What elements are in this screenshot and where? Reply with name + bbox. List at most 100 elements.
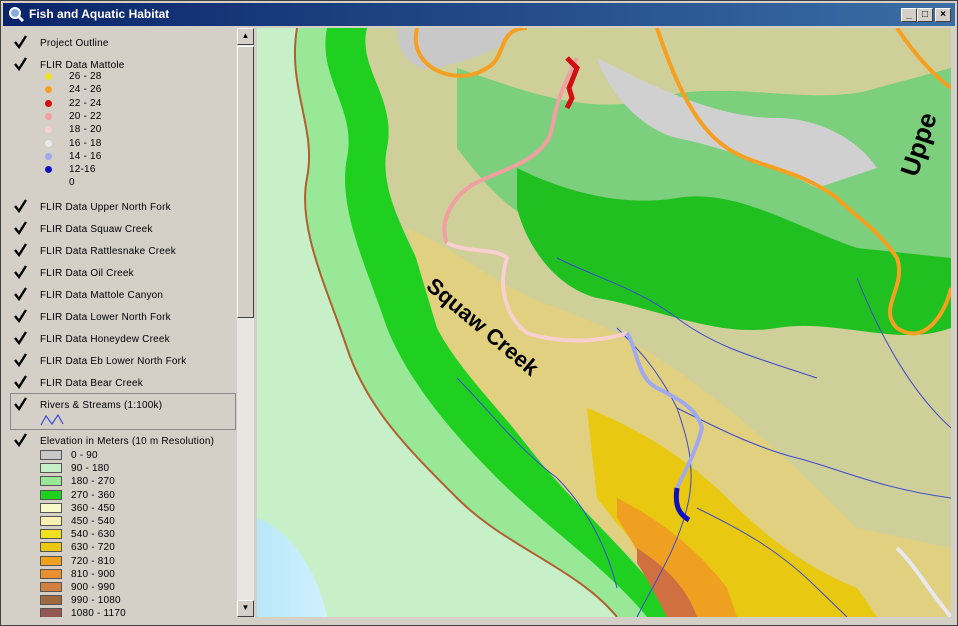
checkmark-icon[interactable] bbox=[13, 397, 27, 411]
magnifier-icon bbox=[9, 7, 25, 23]
class-dot-icon bbox=[45, 112, 52, 120]
layer-flir-data-eb-lower-north-fork[interactable]: FLIR Data Eb Lower North Fork bbox=[9, 352, 237, 372]
class-dot-icon bbox=[45, 73, 52, 80]
map-view[interactable]: Squaw Creek Uppe bbox=[257, 28, 951, 617]
elevation-class: 900 - 990 bbox=[40, 582, 220, 595]
class-swatch bbox=[40, 463, 62, 474]
checkmark-icon[interactable] bbox=[13, 375, 27, 389]
toc-scrollbar[interactable]: ▲ ▼ bbox=[237, 28, 254, 617]
class-dot-icon bbox=[45, 99, 52, 107]
title-bar[interactable]: Fish and Aquatic Habitat _ □ × bbox=[3, 3, 955, 26]
checkmark-icon[interactable] bbox=[13, 353, 27, 367]
scroll-down-button[interactable]: ▼ bbox=[237, 600, 254, 617]
close-button[interactable]: × bbox=[935, 8, 951, 22]
layer-flir-data-upper-north-fork[interactable]: FLIR Data Upper North Fork bbox=[9, 198, 237, 218]
checkmark-icon[interactable] bbox=[13, 309, 27, 323]
layer-label: FLIR Data Oil Creek bbox=[40, 268, 134, 279]
class-swatch bbox=[40, 450, 62, 460]
layer-label: Elevation in Meters (10 m Resolution) bbox=[40, 436, 215, 447]
class-label: 26 - 28 bbox=[69, 71, 102, 82]
class-label: 1080 - 1170 bbox=[71, 608, 126, 617]
layer-label: Rivers & Streams (1:100k) bbox=[40, 400, 163, 411]
class-swatch bbox=[40, 516, 62, 526]
elevation-class: 90 - 180 bbox=[40, 463, 220, 476]
scroll-thumb[interactable] bbox=[237, 46, 254, 318]
layer-project-outline[interactable]: Project Outline bbox=[9, 34, 237, 54]
layer-label: FLIR Data Rattlesnake Creek bbox=[40, 246, 177, 257]
checkmark-icon[interactable] bbox=[13, 199, 27, 213]
class-label: 360 - 450 bbox=[71, 502, 116, 514]
elevation-class: 1080 - 1170 bbox=[40, 608, 220, 617]
class-label: 720 - 810 bbox=[71, 555, 116, 567]
class-swatch bbox=[40, 555, 62, 566]
checkmark-icon[interactable] bbox=[13, 287, 27, 301]
flir-class: 24 - 26 bbox=[45, 84, 225, 97]
class-dot-icon bbox=[45, 166, 52, 174]
app-window: Fish and Aquatic Habitat _ □ × Project O… bbox=[0, 0, 958, 626]
flir-class: 12-16 bbox=[45, 164, 225, 177]
class-label: 540 - 630 bbox=[71, 529, 116, 541]
minimize-button[interactable]: _ bbox=[901, 8, 917, 22]
class-swatch bbox=[40, 595, 62, 606]
layer-rivers-streams-1-100k[interactable]: Rivers & Streams (1:100k) bbox=[9, 396, 237, 416]
checkmark-icon[interactable] bbox=[13, 331, 27, 345]
layer-flir-data-honeydew-creek[interactable]: FLIR Data Honeydew Creek bbox=[9, 330, 237, 350]
class-label: 270 - 360 bbox=[71, 489, 116, 501]
maximize-button[interactable]: □ bbox=[917, 8, 933, 22]
window-title: Fish and Aquatic Habitat bbox=[29, 7, 170, 21]
layer-label: FLIR Data Lower North Fork bbox=[40, 312, 171, 323]
layer-label: FLIR Data Bear Creek bbox=[40, 378, 143, 389]
layer-flir-data-rattlesnake-creek[interactable]: FLIR Data Rattlesnake Creek bbox=[9, 242, 237, 262]
flir-class: 14 - 16 bbox=[45, 151, 225, 164]
layer-flir-data-bear-creek[interactable]: FLIR Data Bear Creek bbox=[9, 374, 237, 394]
layer-label: FLIR Data Squaw Creek bbox=[40, 224, 153, 235]
class-dot-icon bbox=[45, 152, 52, 160]
scroll-up-button[interactable]: ▲ bbox=[237, 28, 254, 45]
layer-flir-data-squaw-creek[interactable]: FLIR Data Squaw Creek bbox=[9, 220, 237, 240]
checkmark-icon[interactable] bbox=[13, 221, 27, 235]
checkmark-icon[interactable] bbox=[13, 57, 27, 71]
class-swatch bbox=[40, 502, 62, 513]
class-swatch bbox=[40, 529, 62, 540]
flir-class: 16 - 18 bbox=[45, 138, 225, 151]
class-label: 90 - 180 bbox=[71, 463, 110, 475]
stream-line-symbol-icon bbox=[40, 414, 64, 426]
layer-flir-data-mattole-canyon[interactable]: FLIR Data Mattole Canyon bbox=[9, 286, 237, 306]
class-label: 0 bbox=[69, 177, 75, 189]
class-label: 630 - 720 bbox=[71, 542, 116, 554]
elevation-class: 720 - 810 bbox=[40, 555, 220, 569]
class-dot-icon bbox=[45, 139, 52, 147]
class-label: 450 - 540 bbox=[71, 516, 116, 527]
class-label: 900 - 990 bbox=[71, 582, 116, 593]
class-label: 24 - 26 bbox=[69, 84, 102, 96]
layer-label: FLIR Data Honeydew Creek bbox=[40, 334, 170, 345]
layer-flir-data-lower-north-fork[interactable]: FLIR Data Lower North Fork bbox=[9, 308, 237, 328]
class-label: 810 - 900 bbox=[71, 568, 116, 580]
class-label: 16 - 18 bbox=[69, 137, 102, 149]
class-swatch bbox=[40, 489, 62, 500]
elevation-class: 540 - 630 bbox=[40, 529, 220, 542]
table-of-contents: Project Outline FLIR Data Mattole FLIR Dat… bbox=[9, 28, 237, 617]
flir-class: 22 - 24 bbox=[45, 98, 225, 111]
elevation-class: 450 - 540 bbox=[40, 516, 220, 529]
layer-elevation-in-meters-10-m-resolution[interactable]: Elevation in Meters (10 m Resolution) bbox=[9, 432, 237, 452]
layer-label: FLIR Data Mattole Canyon bbox=[40, 290, 164, 301]
checkmark-icon[interactable] bbox=[13, 433, 27, 447]
checkmark-icon[interactable] bbox=[13, 243, 27, 257]
elevation-class: 630 - 720 bbox=[40, 542, 220, 555]
layer-flir-data-oil-creek[interactable]: FLIR Data Oil Creek bbox=[9, 264, 237, 284]
checkmark-icon[interactable] bbox=[13, 265, 27, 279]
checkmark-icon[interactable] bbox=[13, 35, 27, 49]
class-label: 22 - 24 bbox=[69, 97, 102, 109]
elevation-class: 360 - 450 bbox=[40, 502, 220, 516]
map-canvas: Squaw Creek Uppe bbox=[257, 28, 951, 617]
class-swatch bbox=[40, 568, 62, 579]
elevation-class: 990 - 1080 bbox=[40, 595, 220, 608]
elevation-class: 180 - 270 bbox=[40, 476, 220, 489]
flir-class: 26 - 28 bbox=[45, 71, 225, 84]
layer-label: FLIR Data Mattole bbox=[40, 60, 125, 71]
class-swatch bbox=[40, 582, 62, 592]
class-label: 12-16 bbox=[69, 164, 96, 176]
class-label: 20 - 22 bbox=[69, 110, 102, 122]
elevation-class: 810 - 900 bbox=[40, 568, 220, 582]
